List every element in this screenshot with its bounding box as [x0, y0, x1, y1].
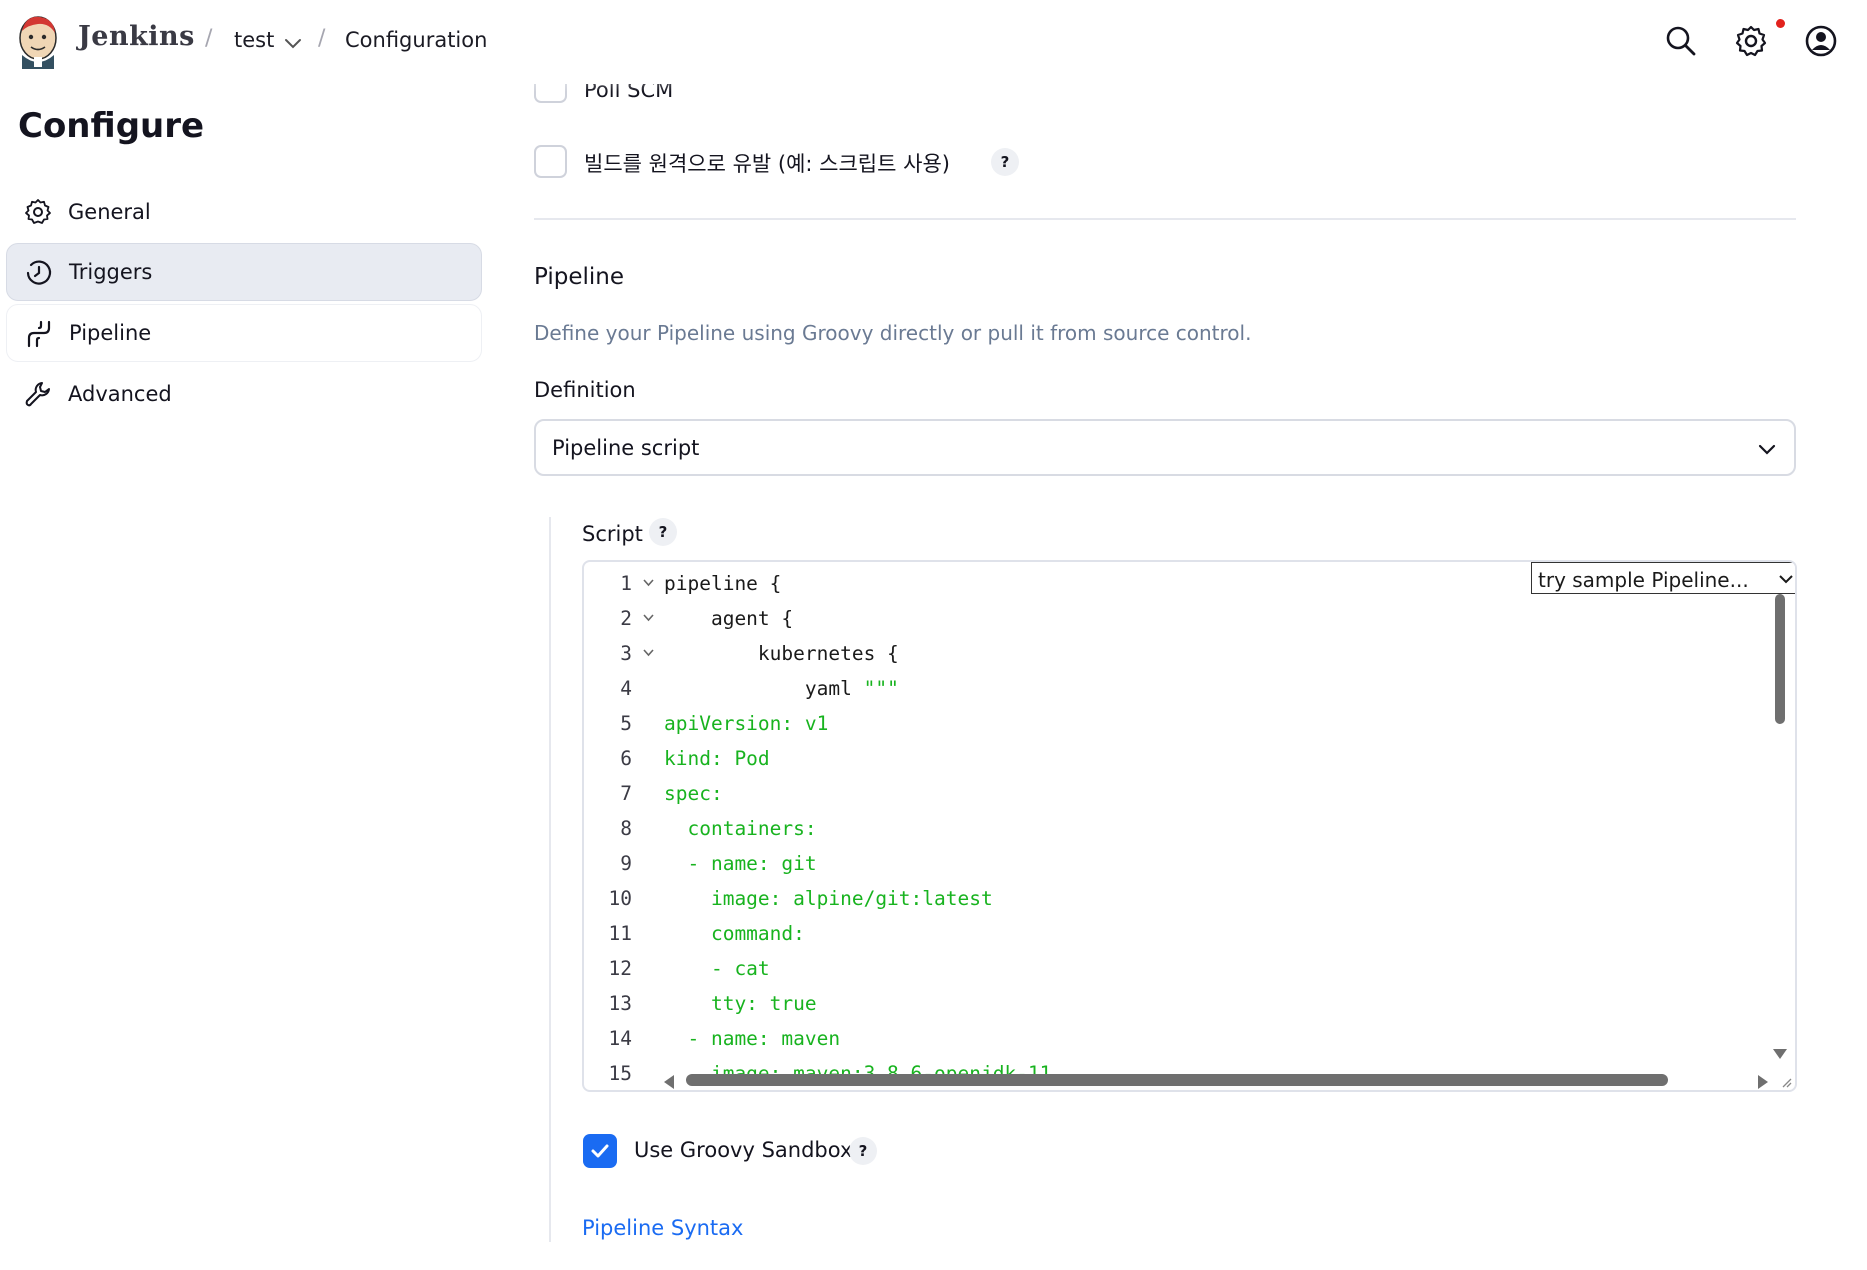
code-line[interactable]: 10 image: alpine/git:latest — [584, 881, 1764, 916]
breadcrumb-configuration[interactable]: Configuration — [345, 28, 487, 52]
fold-chevron-icon[interactable] — [642, 578, 655, 588]
definition-select[interactable]: Pipeline script — [534, 419, 1796, 476]
code-text: pipeline { — [664, 572, 782, 595]
code-line[interactable]: 13 tty: true — [584, 986, 1764, 1021]
breadcrumb-separator: / — [318, 26, 326, 51]
line-number: 10 — [608, 887, 632, 910]
code-text: containers: — [664, 817, 817, 840]
breadcrumb-separator: / — [205, 26, 213, 51]
checkmark-icon — [591, 1144, 609, 1158]
pipeline-section-title: Pipeline — [534, 264, 625, 290]
code-line[interactable]: 5 apiVersion: v1 — [584, 706, 1764, 741]
code-text: agent { — [664, 607, 794, 630]
sidebar-item-pipeline[interactable]: Pipeline — [6, 304, 482, 362]
code-text: - name: git — [664, 852, 817, 875]
sidebar-item-label: Advanced — [68, 382, 172, 406]
scroll-down-arrow-icon[interactable] — [1773, 1049, 1787, 1059]
pipeline-icon — [27, 320, 51, 348]
try-sample-pipeline-select[interactable]: try sample Pipeline... — [1531, 562, 1795, 594]
code-text: command: — [664, 922, 805, 945]
sidebar-item-label: General — [68, 200, 151, 224]
code-text: tty: true — [664, 992, 817, 1015]
gear-icon — [25, 199, 51, 224]
line-number: 5 — [620, 712, 632, 735]
code-line[interactable]: 4 yaml """ — [584, 671, 1764, 706]
wrench-icon — [25, 382, 50, 407]
code-line[interactable]: 7 spec: — [584, 776, 1764, 811]
fold-chevron-icon[interactable] — [642, 648, 655, 658]
section-divider — [534, 218, 1796, 220]
settings-icon[interactable] — [1734, 24, 1768, 58]
sidebar-title: Configure — [18, 106, 205, 146]
jenkins-logo-icon[interactable] — [16, 13, 60, 69]
code-text: kind: Pod — [664, 747, 770, 770]
search-icon[interactable] — [1664, 24, 1698, 58]
line-number: 6 — [620, 747, 632, 770]
code-line[interactable]: 6 kind: Pod — [584, 741, 1764, 776]
sidebar-item-label: Triggers — [69, 260, 153, 284]
chevron-down-icon — [1779, 575, 1793, 584]
code-line[interactable]: 11 command: — [584, 916, 1764, 951]
remote-trigger-help-button[interactable]: ? — [991, 148, 1019, 176]
code-text: yaml """ — [664, 677, 899, 700]
code-text: - cat — [664, 957, 770, 980]
code-line[interactable]: 12 - cat — [584, 951, 1764, 986]
groovy-sandbox-help-button[interactable]: ? — [849, 1137, 877, 1165]
code-line[interactable]: 3 kubernetes { — [584, 636, 1764, 671]
script-label: Script — [582, 522, 643, 546]
line-number: 7 — [620, 782, 632, 805]
user-icon[interactable] — [1804, 24, 1838, 58]
line-number: 13 — [608, 992, 632, 1015]
line-number: 12 — [608, 957, 632, 980]
vertical-scrollbar-thumb[interactable] — [1775, 594, 1785, 724]
code-text: image: alpine/git:latest — [664, 887, 993, 910]
definition-label: Definition — [534, 378, 636, 402]
notification-dot — [1776, 19, 1785, 28]
pipeline-description: Define your Pipeline using Groovy direct… — [534, 321, 1252, 345]
code-text: spec: — [664, 782, 723, 805]
remote-trigger-label: 빌드를 원격으로 유발 (예: 스크립트 사용) — [584, 152, 950, 176]
horizontal-scrollbar-thumb[interactable] — [686, 1074, 1668, 1086]
fold-chevron-icon[interactable] — [642, 613, 655, 623]
groovy-sandbox-label: Use Groovy Sandbox — [634, 1138, 853, 1162]
script-help-button[interactable]: ? — [649, 518, 677, 546]
remote-trigger-checkbox[interactable] — [534, 145, 567, 178]
line-number: 3 — [620, 642, 632, 665]
line-number: 14 — [608, 1027, 632, 1050]
line-number: 11 — [608, 922, 632, 945]
clock-icon — [26, 260, 52, 285]
sidebar-item-triggers[interactable]: Triggers — [6, 243, 482, 301]
pipeline-syntax-link[interactable]: Pipeline Syntax — [582, 1216, 743, 1240]
chevron-down-icon[interactable] — [282, 32, 304, 54]
code-line[interactable]: 2 agent { — [584, 601, 1764, 636]
definition-select-value: Pipeline script — [552, 436, 700, 460]
line-number: 15 — [608, 1062, 632, 1085]
code-line[interactable]: 8 containers: — [584, 811, 1764, 846]
code-line[interactable]: 9 - name: git — [584, 846, 1764, 881]
code-text: kubernetes { — [664, 642, 899, 665]
code-line[interactable]: 14 - name: maven — [584, 1021, 1764, 1056]
sidebar-item-general[interactable]: General — [6, 183, 482, 241]
code-string: """ — [863, 677, 899, 700]
line-number: 9 — [620, 852, 632, 875]
jenkins-brand[interactable]: Jenkins — [78, 21, 195, 52]
breadcrumb-job[interactable]: test — [234, 28, 274, 52]
groovy-sandbox-checkbox[interactable] — [583, 1134, 617, 1168]
chevron-down-icon — [1758, 444, 1776, 455]
line-number: 8 — [620, 817, 632, 840]
nested-section-bar — [549, 517, 551, 1242]
script-editor[interactable]: 1 pipeline {2 agent {3 kubernetes {4 yaml… — [582, 560, 1797, 1092]
scroll-left-arrow-icon[interactable] — [664, 1075, 674, 1089]
try-sample-pipeline-label: try sample Pipeline... — [1538, 568, 1749, 592]
code-text: - name: maven — [664, 1027, 841, 1050]
resize-grip-icon[interactable] — [1780, 1076, 1792, 1088]
line-number: 1 — [620, 572, 632, 595]
line-number: 2 — [620, 607, 632, 630]
line-number: 4 — [620, 677, 632, 700]
sidebar-item-advanced[interactable]: Advanced — [6, 365, 482, 423]
top-header: Jenkins / test / Configuration — [0, 0, 1867, 84]
sidebar-item-label: Pipeline — [69, 321, 152, 345]
code-text: apiVersion: v1 — [664, 712, 829, 735]
scroll-right-arrow-icon[interactable] — [1758, 1075, 1768, 1089]
